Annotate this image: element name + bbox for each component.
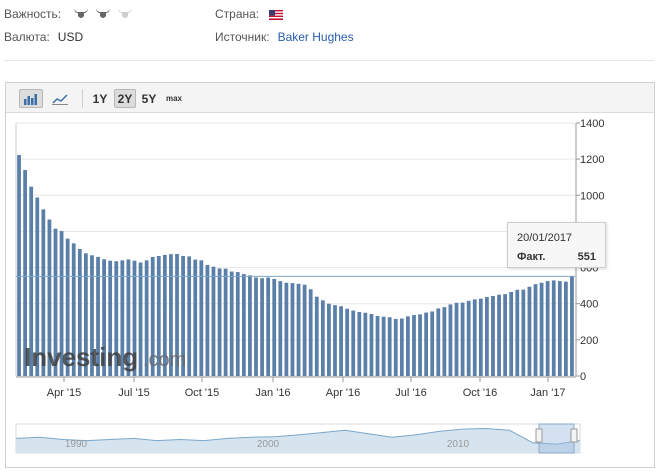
bar[interactable] xyxy=(491,295,495,376)
bar[interactable] xyxy=(478,298,483,376)
navigator-handle[interactable] xyxy=(535,428,543,443)
bar[interactable] xyxy=(333,305,337,376)
bar[interactable] xyxy=(369,314,374,376)
bar[interactable] xyxy=(320,300,325,376)
bar[interactable] xyxy=(424,312,429,376)
bar[interactable] xyxy=(387,317,392,376)
bar[interactable] xyxy=(551,280,556,376)
x-tick-label: Oct '16 xyxy=(463,387,498,399)
bar[interactable] xyxy=(472,299,477,376)
bar[interactable] xyxy=(308,289,313,376)
navigator-selection[interactable] xyxy=(538,423,575,454)
bar[interactable] xyxy=(223,268,228,376)
x-tick-label: Oct '15 xyxy=(185,387,220,399)
bar[interactable] xyxy=(345,308,350,376)
y-tick-label: 1000 xyxy=(580,190,604,202)
bar[interactable] xyxy=(393,318,398,376)
y-tick-label: 200 xyxy=(580,335,598,347)
bar[interactable] xyxy=(570,276,574,376)
range-navigator[interactable]: 1990 2000 2010 xyxy=(15,423,581,454)
bar[interactable] xyxy=(515,289,520,376)
y-tick-label: 0 xyxy=(580,371,586,383)
x-tick-label: Apr '16 xyxy=(326,387,361,399)
bar[interactable] xyxy=(533,284,538,376)
navigator-label: 2000 xyxy=(257,439,280,450)
bar[interactable] xyxy=(448,304,453,376)
bar[interactable] xyxy=(235,272,240,376)
bar[interactable] xyxy=(278,281,283,376)
bar[interactable] xyxy=(314,296,319,376)
bar[interactable] xyxy=(327,303,331,376)
bar[interactable] xyxy=(466,300,471,376)
x-axis: Apr '15 Jul '15 Oct '15 Jan '16 Apr '16 Jul '… xyxy=(16,376,576,399)
tooltip-date: 20/01/2017 xyxy=(517,232,573,244)
watermark-suffix: .com xyxy=(143,349,186,371)
bar[interactable] xyxy=(509,291,514,376)
x-tick-label: Apr '15 xyxy=(47,387,82,399)
bar[interactable] xyxy=(302,284,307,376)
bar[interactable] xyxy=(527,286,532,376)
bar[interactable] xyxy=(497,294,501,376)
bar[interactable] xyxy=(296,283,301,376)
bar[interactable] xyxy=(266,277,271,376)
tooltip-value: 551 xyxy=(577,251,596,263)
y-tick-label: 1400 xyxy=(580,118,604,130)
x-tick-label: Jul '15 xyxy=(118,387,149,399)
bar[interactable] xyxy=(418,314,422,376)
bar[interactable] xyxy=(272,278,277,376)
bar[interactable] xyxy=(211,266,216,376)
bar[interactable] xyxy=(199,260,204,376)
bar[interactable] xyxy=(187,256,192,376)
bar[interactable] xyxy=(363,312,368,376)
y-tick-label: 1200 xyxy=(580,154,604,166)
bar[interactable] xyxy=(241,274,246,376)
x-tick-label: Jan '16 xyxy=(255,387,290,399)
bar[interactable] xyxy=(248,275,252,376)
bar[interactable] xyxy=(17,154,21,376)
bar[interactable] xyxy=(436,308,441,376)
bar[interactable] xyxy=(503,294,508,376)
bar[interactable] xyxy=(205,265,210,376)
bar[interactable] xyxy=(290,283,295,376)
bar[interactable] xyxy=(545,281,550,376)
bar[interactable] xyxy=(357,312,362,376)
bar[interactable] xyxy=(217,268,222,376)
bar[interactable] xyxy=(442,307,447,376)
bar[interactable] xyxy=(521,289,526,376)
investing-watermark: Investing .com xyxy=(24,342,186,372)
bar[interactable] xyxy=(339,306,343,376)
x-tick-label: Jul '16 xyxy=(395,387,426,399)
bar[interactable] xyxy=(460,302,465,376)
bar[interactable] xyxy=(193,259,198,376)
x-tick-label: Jan '17 xyxy=(530,387,565,399)
bar[interactable] xyxy=(229,271,234,376)
bar[interactable] xyxy=(260,278,264,376)
bar[interactable] xyxy=(406,316,410,376)
bar[interactable] xyxy=(254,277,258,376)
bar[interactable] xyxy=(399,318,404,376)
bar[interactable] xyxy=(539,282,544,376)
navigator-label: 2010 xyxy=(447,439,470,450)
bar[interactable] xyxy=(430,311,435,376)
bar[interactable] xyxy=(381,316,386,376)
bar[interactable] xyxy=(557,281,562,376)
bar[interactable] xyxy=(412,315,416,376)
navigator-handle[interactable] xyxy=(570,428,578,443)
watermark-brand: Investing xyxy=(24,342,138,372)
bar[interactable] xyxy=(454,302,459,376)
bar[interactable] xyxy=(138,262,143,376)
bar[interactable] xyxy=(485,297,489,376)
data-tooltip: 20/01/2017 Факт. 551 xyxy=(507,222,606,268)
bar[interactable] xyxy=(284,282,289,376)
navigator-label: 1990 xyxy=(65,439,88,450)
bar[interactable] xyxy=(351,310,356,376)
bar[interactable] xyxy=(375,316,380,376)
bar[interactable] xyxy=(564,281,568,376)
y-tick-label: 400 xyxy=(580,299,598,311)
tooltip-label: Факт. xyxy=(517,251,546,263)
